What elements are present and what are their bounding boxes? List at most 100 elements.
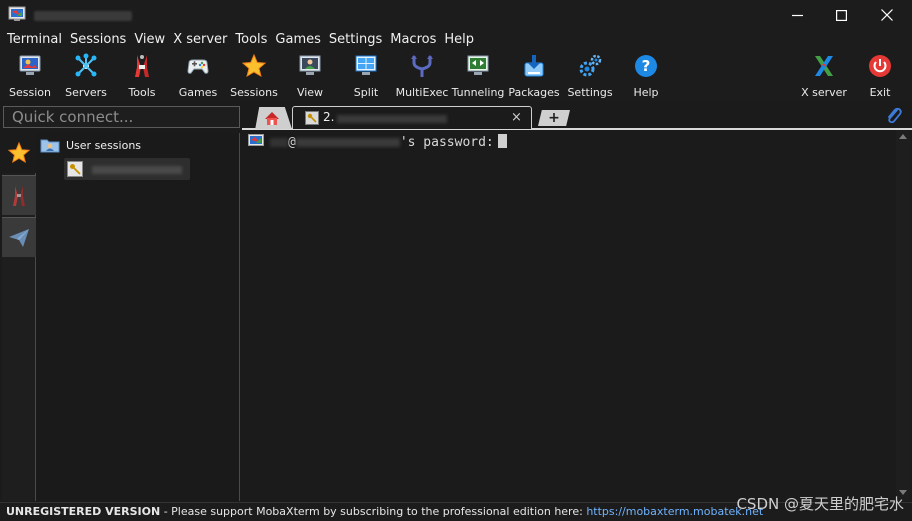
mobaxterm-terminal-icon xyxy=(248,134,264,146)
sidebar-tab-sessions[interactable] xyxy=(2,133,36,173)
toolbar: Session Servers Tools Games Sessions Vie… xyxy=(0,50,912,102)
view-icon xyxy=(299,55,321,75)
menu-help[interactable]: Help xyxy=(441,30,477,50)
maximize-icon xyxy=(835,9,847,21)
x-server-label: X server xyxy=(801,86,847,99)
view-label: View xyxy=(296,86,324,99)
terminal-prompt-text: 's password: xyxy=(399,135,494,150)
sidebar-tab-sftp[interactable] xyxy=(2,217,36,257)
sidebar-tab-tools[interactable] xyxy=(2,175,36,215)
menu-x-server[interactable]: X server xyxy=(170,30,230,50)
close-window-button[interactable] xyxy=(864,0,910,30)
star-icon xyxy=(241,53,267,78)
menu-settings[interactable]: Settings xyxy=(326,30,385,50)
servers-button[interactable]: Servers xyxy=(58,52,114,100)
menu-macros[interactable]: Macros xyxy=(387,30,439,50)
gears-icon xyxy=(579,54,602,77)
tab-session[interactable]: 2. × xyxy=(292,106,532,129)
session-button[interactable]: Session xyxy=(2,52,58,100)
games-icon xyxy=(187,59,209,74)
tunneling-icon xyxy=(467,55,489,75)
x-server-icon xyxy=(815,56,833,76)
sessions-button[interactable]: Sessions xyxy=(226,52,282,100)
session-label: Session xyxy=(9,86,51,99)
minimize-button[interactable] xyxy=(774,0,820,30)
tab-home[interactable] xyxy=(255,107,292,129)
tree-session-item[interactable] xyxy=(64,158,190,180)
packages-label: Packages xyxy=(508,86,560,99)
support-message: - Please support MobaXterm by subscribin… xyxy=(160,505,587,518)
session-icon xyxy=(19,55,41,75)
minimize-icon xyxy=(791,14,803,16)
servers-label: Servers xyxy=(65,86,107,99)
send-icon xyxy=(9,228,29,247)
close-icon xyxy=(881,9,893,21)
tools-icon xyxy=(135,55,149,77)
servers-icon xyxy=(75,53,97,77)
tree-user-sessions[interactable]: User sessions xyxy=(40,137,141,153)
help-label: Help xyxy=(633,86,659,99)
tab-close-button[interactable]: × xyxy=(511,110,522,125)
tab-session-title: 2. xyxy=(323,110,335,124)
exit-label: Exit xyxy=(869,86,891,99)
power-icon xyxy=(869,55,891,77)
multiexec-icon xyxy=(411,55,433,77)
help-button[interactable]: ? Help xyxy=(618,52,674,100)
menu-games[interactable]: Games xyxy=(272,30,323,50)
split-icon xyxy=(355,55,377,75)
view-button[interactable]: View xyxy=(282,52,338,100)
tree-session-name-redacted xyxy=(92,166,182,174)
title-bar xyxy=(0,0,912,30)
games-button[interactable]: Games xyxy=(170,52,226,100)
multiexec-button[interactable]: MultiExec xyxy=(394,52,450,100)
home-icon xyxy=(265,111,279,125)
username-redacted xyxy=(270,138,288,147)
tree-user-sessions-label: User sessions xyxy=(66,138,142,152)
sessions-tree: User sessions xyxy=(36,133,240,501)
new-tab-button[interactable]: + xyxy=(538,110,570,126)
svg-text:?: ? xyxy=(642,57,651,75)
menu-bar: Terminal Sessions View X server Tools Ga… xyxy=(0,30,912,50)
mobaxterm-app-icon xyxy=(8,6,26,21)
packages-icon xyxy=(524,55,544,77)
packages-button[interactable]: Packages xyxy=(506,52,562,100)
paperclip-icon[interactable] xyxy=(884,106,904,126)
sidebar-tabs xyxy=(2,133,36,501)
exit-button[interactable]: Exit xyxy=(852,52,908,100)
sessions-label: Sessions xyxy=(230,86,278,99)
star-icon xyxy=(8,142,30,164)
multiexec-label: MultiExec xyxy=(395,86,449,99)
settings-label: Settings xyxy=(567,86,613,99)
tab-host-redacted xyxy=(337,115,447,123)
menu-view[interactable]: View xyxy=(131,30,168,50)
terminal-cursor xyxy=(497,134,507,148)
scroll-up-arrow[interactable] xyxy=(899,134,907,139)
menu-terminal[interactable]: Terminal xyxy=(4,30,65,50)
terminal-password-prompt: @ 's password: xyxy=(270,134,507,150)
tunneling-button[interactable]: Tunneling xyxy=(450,52,506,100)
maximize-button[interactable] xyxy=(818,0,864,30)
menu-tools[interactable]: Tools xyxy=(232,30,270,50)
csdn-watermark: CSDN @夏天里的肥宅水 xyxy=(736,495,904,513)
window-title-redacted xyxy=(34,11,132,21)
key-icon xyxy=(67,161,83,177)
games-label: Games xyxy=(178,86,218,99)
key-icon xyxy=(305,111,319,125)
tools-label: Tools xyxy=(128,86,156,99)
terminal-at-sign: @ xyxy=(288,135,296,150)
split-button[interactable]: Split xyxy=(338,52,394,100)
terminal-area[interactable]: @ 's password: xyxy=(242,130,896,501)
split-label: Split xyxy=(353,86,379,99)
menu-sessions[interactable]: Sessions xyxy=(67,30,129,50)
x-server-button[interactable]: X server xyxy=(796,52,852,100)
tools-icon xyxy=(13,185,25,206)
settings-button[interactable]: Settings xyxy=(562,52,618,100)
user-folder-icon xyxy=(40,139,60,153)
tools-button[interactable]: Tools xyxy=(114,52,170,100)
unregistered-version-label: UNREGISTERED VERSION xyxy=(6,505,161,518)
tunneling-label: Tunneling xyxy=(451,86,505,99)
help-icon: ? xyxy=(635,55,657,77)
quick-connect-input[interactable]: Quick connect... xyxy=(3,106,240,128)
hostname-redacted xyxy=(295,138,400,147)
terminal-scrollbar[interactable] xyxy=(896,130,910,501)
